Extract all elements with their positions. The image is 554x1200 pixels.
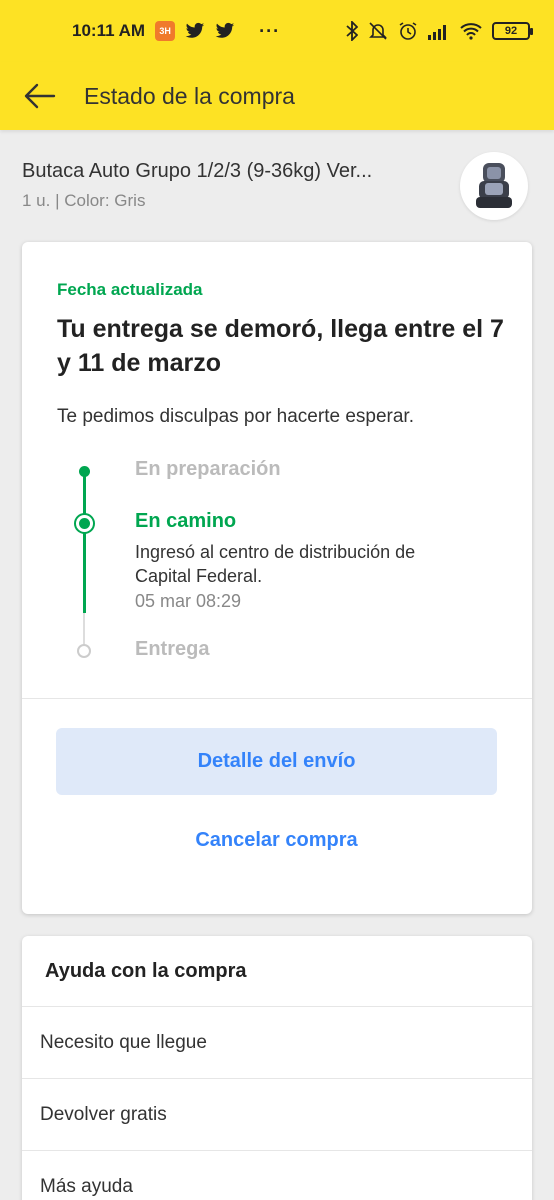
twitter-icon	[185, 22, 205, 40]
mute-bell-icon	[368, 21, 388, 41]
page-title: Estado de la compra	[84, 82, 295, 109]
timeline-progress-line	[83, 473, 86, 613]
arrow-left-icon	[24, 83, 56, 109]
help-item-mas-ayuda[interactable]: Más ayuda	[22, 1150, 532, 1200]
back-button[interactable]	[20, 76, 60, 116]
twitter-icon	[215, 22, 235, 40]
product-summary[interactable]: Butaca Auto Grupo 1/2/3 (9-36kg) Ver... …	[0, 130, 554, 230]
product-title: Butaca Auto Grupo 1/2/3 (9-36kg) Ver...	[22, 160, 373, 182]
signal-icon	[428, 22, 450, 40]
app-header: Estado de la compra	[0, 62, 554, 130]
status-time: 10:11 AM	[72, 21, 146, 40]
help-item-necesito-que-llegue[interactable]: Necesito que llegue	[22, 1006, 532, 1078]
shipping-detail-button[interactable]: Detalle del envío	[56, 728, 497, 795]
wifi-icon	[460, 22, 482, 40]
step-label-entrega: Entrega	[135, 638, 210, 660]
step-pending-dot-icon	[77, 644, 91, 658]
divider	[22, 698, 532, 699]
bluetooth-icon	[346, 21, 358, 41]
notification-app-icon: 3H	[155, 21, 176, 41]
car-seat-icon	[476, 163, 512, 208]
step-timestamp: 05 mar 08:29	[135, 591, 242, 611]
alarm-icon	[398, 21, 418, 41]
step-description: Ingresó al centro de distribución de Cap…	[135, 542, 416, 586]
shipment-timeline: En preparación En camino Ingresó al cent…	[22, 242, 532, 672]
help-item-devolver-gratis[interactable]: Devolver gratis	[22, 1078, 532, 1150]
battery-icon: 92	[492, 22, 533, 40]
cancel-purchase-button[interactable]: Cancelar compra	[56, 822, 497, 858]
help-title: Ayuda con la compra	[45, 960, 247, 982]
purchase-help-section: Ayuda con la compra Necesito que llegue …	[22, 936, 532, 1200]
step-done-dot-icon	[79, 466, 90, 477]
step-label-preparacion: En preparación	[135, 458, 281, 480]
shipment-status-card: Fecha actualizada Tu entrega se demoró, …	[22, 242, 532, 914]
status-bar: 10:11 AM 3H ··· 92	[0, 0, 554, 62]
product-details: 1 u. | Color: Gris	[22, 191, 146, 210]
product-thumbnail	[460, 152, 528, 220]
step-label-en-camino: En camino	[135, 510, 237, 532]
more-notifications-icon: ···	[259, 20, 281, 41]
step-current-dot-icon	[74, 513, 95, 534]
